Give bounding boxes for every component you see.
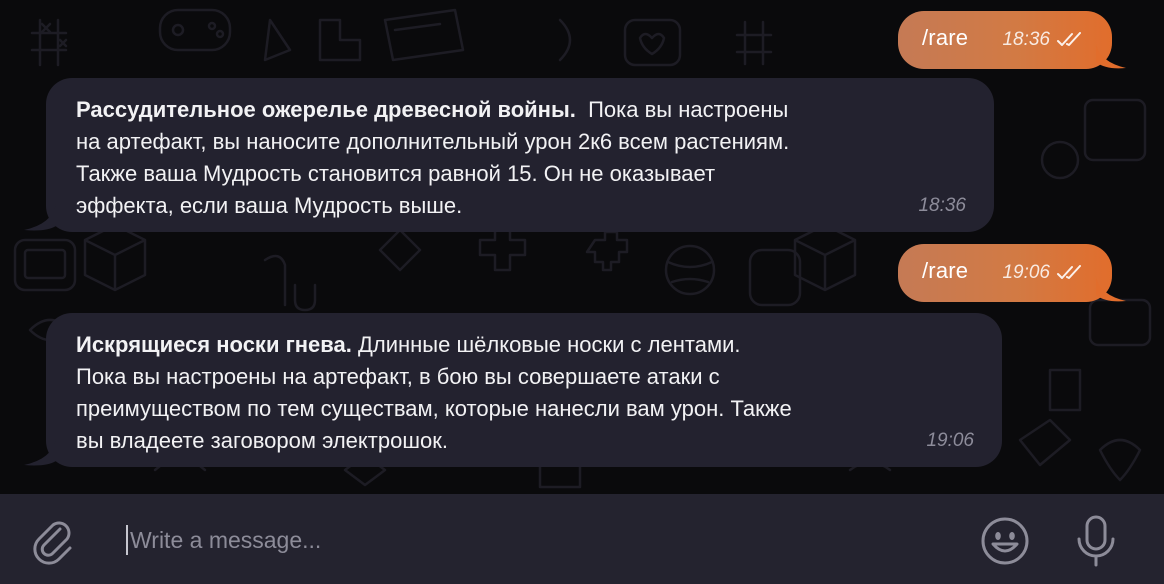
- outgoing-message[interactable]: /rare 18:36: [898, 11, 1112, 69]
- message-meta: 19:06: [1002, 262, 1084, 284]
- message-time: 19:06: [1002, 262, 1050, 283]
- bubble-tail: [1096, 277, 1126, 302]
- message-line: на артефакт, вы наносите дополнительный …: [76, 129, 790, 154]
- smiley-icon[interactable]: [980, 516, 1030, 566]
- message-line: вы владеете заговором электрошок.: [76, 428, 448, 453]
- message-text: /rare: [922, 25, 969, 50]
- message-time: 18:36: [1002, 29, 1050, 50]
- text-caret: [126, 525, 128, 555]
- incoming-message[interactable]: Рассудительное ожерелье древесной войны.…: [46, 78, 994, 232]
- double-check-icon: [1057, 265, 1081, 279]
- bubble-tail: [24, 439, 56, 466]
- message-title: Рассудительное ожерелье древесной войны.: [76, 97, 576, 122]
- bubble-tail: [1096, 44, 1126, 69]
- message-body: Искрящиеся носки гнева. Длинные шёлковые…: [76, 329, 792, 457]
- message-line: Длинные шёлковые носки с лентами.: [357, 332, 741, 357]
- message-title: Искрящиеся носки гнева.: [76, 332, 352, 357]
- message-body: Рассудительное ожерелье древесной войны.…: [76, 94, 789, 222]
- message-time: 18:36: [918, 195, 966, 216]
- message-time: 19:06: [926, 430, 974, 451]
- message-composer: Write a message...: [0, 494, 1164, 584]
- paperclip-icon[interactable]: [30, 517, 78, 565]
- double-check-icon: [1057, 32, 1081, 46]
- message-meta: 18:36: [1002, 29, 1084, 51]
- message-line: Также ваша Мудрость становится равной 15…: [76, 161, 716, 186]
- chat-window: /rare 18:36 Рассудительное ожерелье древ…: [0, 0, 1164, 584]
- message-line: Пока вы настроены на артефакт, в бою вы …: [76, 364, 720, 389]
- incoming-message[interactable]: Искрящиеся носки гнева. Длинные шёлковые…: [46, 313, 1002, 467]
- message-line: преимуществом по тем существам, которые …: [76, 396, 792, 421]
- message-input-placeholder: Write a message...: [130, 526, 322, 553]
- microphone-icon[interactable]: [1072, 514, 1120, 568]
- bubble-tail: [24, 204, 56, 231]
- message-text: /rare: [922, 258, 969, 283]
- outgoing-message[interactable]: /rare 19:06: [898, 244, 1112, 302]
- message-line: эффекта, если ваша Мудрость выше.: [76, 193, 463, 218]
- message-line: Пока вы настроены: [588, 97, 789, 122]
- message-input[interactable]: Write a message...: [126, 520, 946, 560]
- message-list[interactable]: /rare 18:36 Рассудительное ожерелье древ…: [0, 0, 1164, 494]
